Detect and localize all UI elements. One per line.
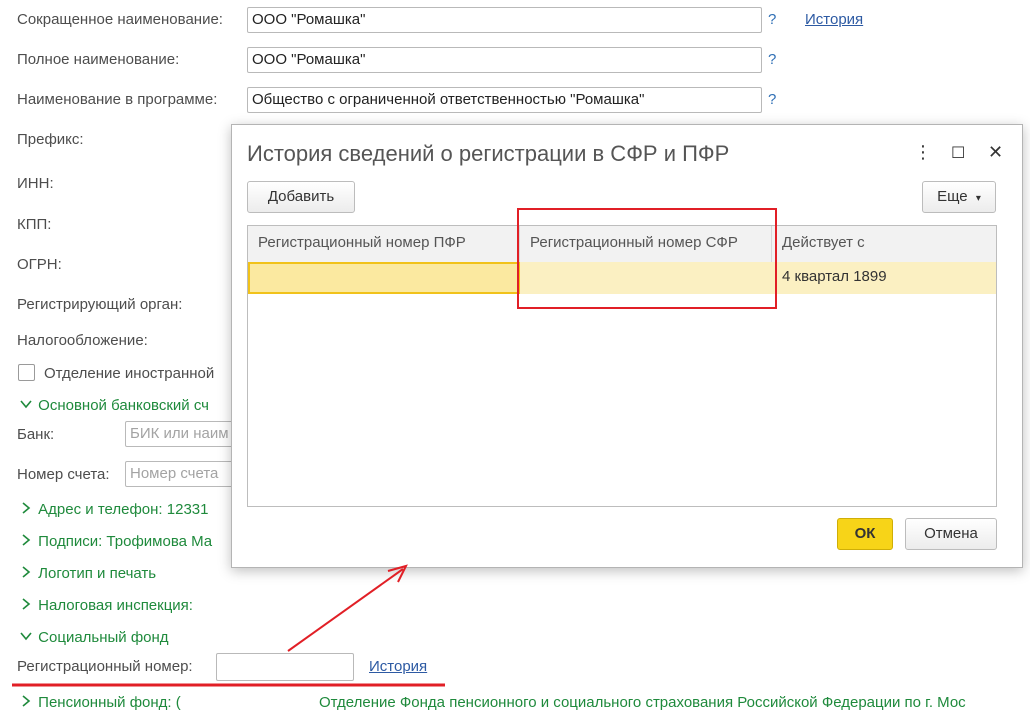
annotation-overlay xyxy=(12,208,777,687)
annotation-arrow-line xyxy=(287,568,404,652)
highlight-box xyxy=(517,208,777,309)
